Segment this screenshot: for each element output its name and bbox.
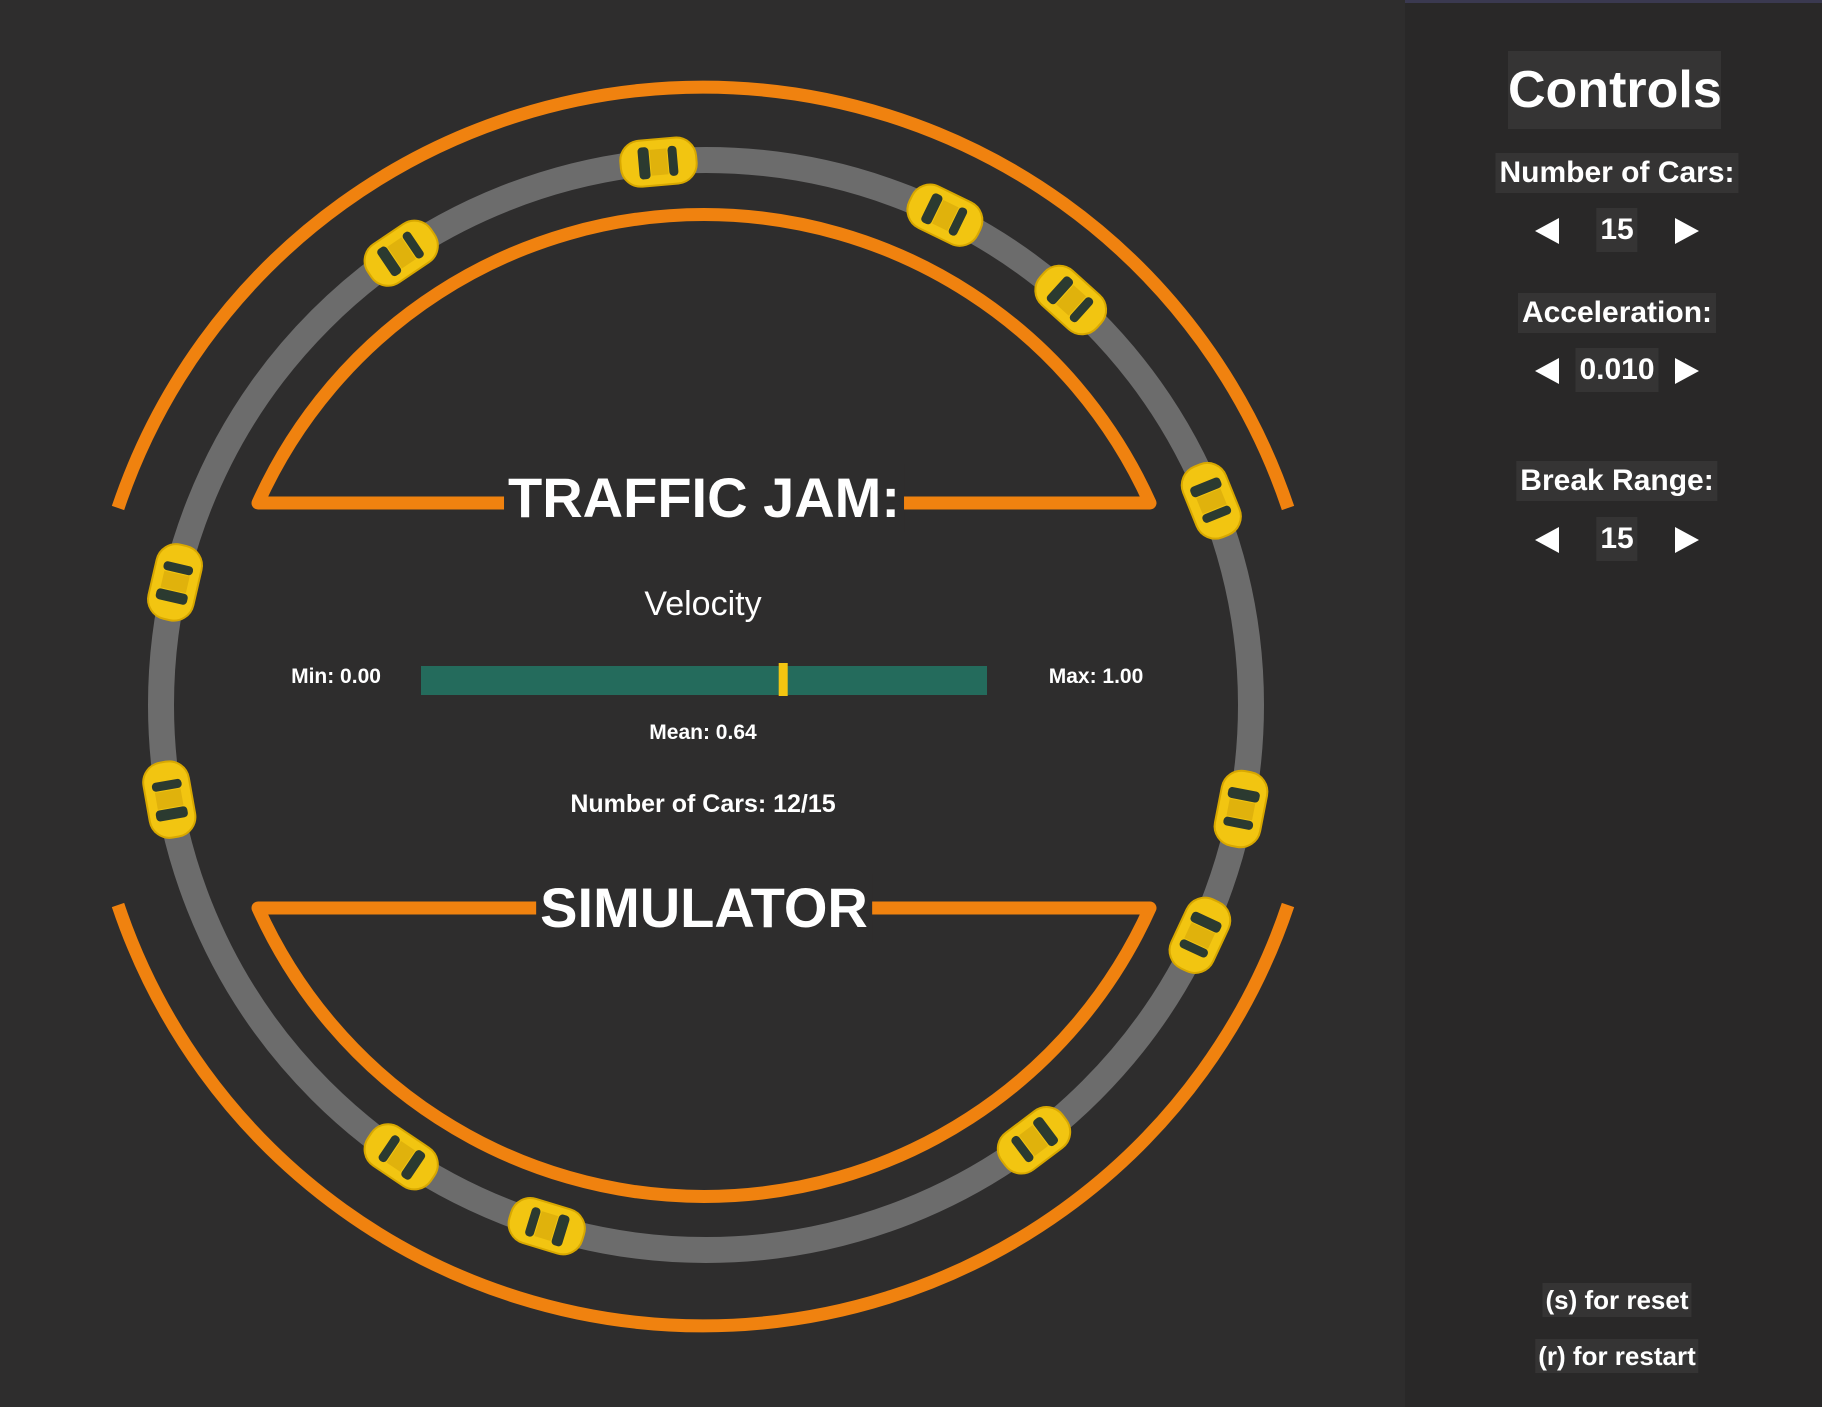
acceleration-increase-button[interactable] [1675, 358, 1699, 384]
car-8 [507, 1197, 586, 1256]
car-1 [619, 136, 698, 188]
controls-title: Controls [1508, 51, 1722, 129]
acceleration-control: 0.010 [1405, 348, 1822, 392]
break-range-control: 15 [1405, 517, 1822, 561]
velocity-mean-marker [778, 663, 788, 696]
acceleration-label: Acceleration: [1517, 293, 1717, 333]
acceleration-decrease-button[interactable] [1535, 358, 1559, 384]
velocity-mean-label: Mean: 0.64 [649, 721, 757, 744]
number-of-cars-label: Number of Cars: [1495, 153, 1739, 193]
reset-hint: (s) for reset [1542, 1283, 1692, 1317]
break-range-increase-button[interactable] [1675, 527, 1699, 553]
velocity-max-label: Max: 1.00 [1048, 665, 1144, 688]
velocity-label: Velocity [644, 585, 762, 623]
velocity-min-label: Min: 0.00 [291, 665, 381, 688]
title-line-1: TRAFFIC JAM: [504, 464, 904, 532]
simulation-area: TRAFFIC JAM: SIMULATOR Velocity Min: 0.0… [0, 0, 1405, 1407]
number-of-cars-control: 15 [1405, 208, 1822, 252]
number-of-cars-decrease-button[interactable] [1535, 218, 1559, 244]
break-range-value: 15 [1596, 517, 1638, 561]
track-canvas [111, 80, 1295, 1333]
title-line-2: SIMULATOR [536, 874, 872, 942]
acceleration-value: 0.010 [1575, 348, 1659, 392]
restart-hint: (r) for restart [1535, 1339, 1699, 1373]
break-range-label: Break Range: [1516, 461, 1718, 501]
break-range-decrease-button[interactable] [1535, 527, 1559, 553]
car-5 [1213, 769, 1269, 849]
controls-panel: Controls Number of Cars: 15 Acceleration… [1405, 0, 1822, 1407]
number-of-cars-increase-button[interactable] [1675, 218, 1699, 244]
velocity-bar [421, 666, 987, 695]
traffic-jam-app: TRAFFIC JAM: SIMULATOR Velocity Min: 0.0… [0, 0, 1822, 1407]
cars-count-status: Number of Cars: 12/15 [570, 790, 836, 818]
car-11 [147, 543, 203, 622]
number-of-cars-value: 15 [1596, 208, 1638, 252]
car-10 [142, 760, 197, 839]
